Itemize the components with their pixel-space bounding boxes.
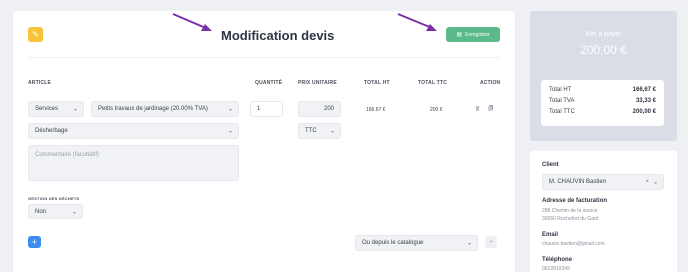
subcategory-select[interactable]: Désherbage ⌄ (28, 123, 239, 139)
subcategory-value: Désherbage (35, 128, 68, 134)
column-header-article: ARTICLE (28, 80, 52, 86)
quantity-input[interactable]: 1 (250, 101, 283, 117)
quantity-value: 1 (257, 106, 261, 112)
total-tva-row: Total TVA 33,33 € (549, 95, 656, 106)
net-to-pay-card: Net à payer 200,00 € Total HT 166,67 € T… (530, 11, 677, 141)
edit-button[interactable]: ✎ (28, 27, 43, 42)
save-button[interactable]: ▤ Enregistrer (446, 27, 500, 42)
phone-value: 0622819349 (542, 266, 570, 272)
plus-icon: + (488, 238, 494, 246)
product-select[interactable]: Petits travaux de jardinage (20.00% TVA)… (91, 101, 239, 117)
phone-label: Téléphone (542, 257, 573, 263)
product-value: Petits travaux de jardinage (20.00% TVA) (98, 106, 208, 112)
total-ht-label: Total HT (549, 86, 572, 93)
chevron-down-icon: ⌄ (652, 179, 658, 186)
chevron-down-icon: ⌄ (71, 209, 77, 215)
page-title: Modification devis (221, 28, 335, 43)
billing-address-line2: 30650 Rochefort du Gard (542, 216, 599, 222)
total-ht-value: 166.67 € (366, 107, 386, 113)
pencil-icon: ✎ (32, 30, 39, 39)
add-line-button[interactable]: + (28, 236, 41, 248)
comment-placeholder: Commentaire (facultatif) (35, 152, 100, 158)
total-ttc-value: 200 € (430, 107, 443, 113)
billing-address-label: Adresse de facturation (542, 198, 608, 204)
unit-price-input[interactable]: 200 (298, 101, 341, 117)
quote-edit-card: ✎ Modification devis ▤ Enregistrer ARTIC… (13, 11, 515, 272)
category-select[interactable]: Services ⌄ (28, 101, 84, 117)
chevron-down-icon: ⌄ (72, 106, 78, 113)
total-ttc-label: Total TTC (549, 108, 575, 115)
waste-management-select[interactable]: Non ⌄ (28, 204, 83, 219)
chevron-down-icon: ⌄ (227, 128, 233, 135)
column-header-total-ttc: TOTAL TTC (418, 80, 448, 86)
net-to-pay-amount: 200,00 € (580, 43, 627, 57)
price-mode-value: TTC (305, 128, 317, 134)
email-label: Email (542, 232, 559, 238)
email-value: chauvin.bastien@gmail.com (542, 241, 605, 247)
total-ttc-row: Total TTC 200,00 € (549, 106, 656, 117)
catalogue-label: Ou depuis le catalogue (362, 240, 424, 246)
catalogue-select[interactable]: Ou depuis le catalogue ⌄ (355, 235, 478, 251)
client-label: Client (542, 162, 559, 168)
client-value: M. CHAUVIN Bastien (549, 179, 607, 185)
chevron-down-icon: ⌄ (466, 240, 472, 247)
plus-icon: + (31, 237, 38, 247)
clear-icon[interactable]: × (645, 179, 649, 185)
client-select[interactable]: M. CHAUVIN Bastien × ⌄ (542, 174, 664, 190)
waste-management-label: GESTION DES DÉCHETS (28, 196, 80, 201)
total-ttc-amount: 200,00 € (632, 108, 656, 115)
header-divider (28, 57, 500, 58)
total-tva-label: Total TVA (549, 97, 575, 104)
total-ht-amount: 166,67 € (632, 86, 656, 93)
client-card: Client M. CHAUVIN Bastien × ⌄ Adresse de… (530, 151, 677, 272)
billing-address-line1: 288 Chemin de la source (542, 208, 598, 214)
unit-price-value: 200 (323, 106, 334, 112)
total-tva-amount: 33,33 € (635, 97, 656, 104)
column-header-prix-unitaire: PRIX UNITAIRE (298, 80, 337, 86)
column-header-action: ACTION (480, 80, 501, 86)
trash-icon[interactable] (475, 105, 480, 111)
duplicate-icon[interactable] (488, 105, 493, 111)
total-ht-row: Total HT 166,67 € (549, 84, 656, 95)
save-button-label: Enregistrer (465, 31, 490, 38)
save-icon: ▤ (456, 32, 463, 38)
net-to-pay-title: Net à payer (585, 31, 622, 38)
comment-textarea[interactable]: Commentaire (facultatif) (28, 145, 239, 181)
price-mode-select[interactable]: TTC ⌄ (298, 123, 341, 139)
chevron-down-icon: ⌄ (227, 106, 233, 113)
waste-management-value: Non (35, 208, 47, 215)
column-header-total-ht: TOTAL HT (364, 80, 390, 86)
totals-box: Total HT 166,67 € Total TVA 33,33 € Tota… (541, 80, 664, 126)
category-value: Services (35, 106, 59, 112)
chevron-down-icon: ⌄ (329, 128, 335, 135)
add-from-catalogue-button[interactable]: + (485, 236, 497, 248)
column-header-quantite: QUANTITÉ (255, 80, 283, 86)
